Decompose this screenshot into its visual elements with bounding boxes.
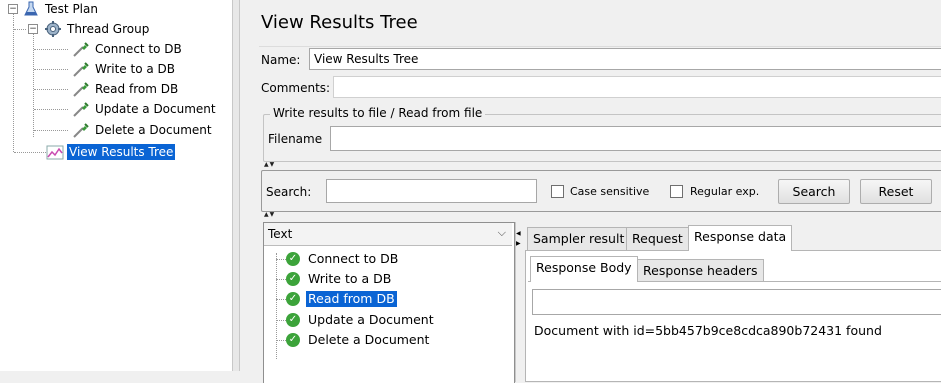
tree-node-write-to-a-db[interactable]: Write to a DB — [72, 60, 177, 78]
tree-node-test-plan[interactable]: Test Plan — [22, 0, 100, 18]
name-input[interactable]: View Results Tree — [309, 48, 941, 70]
results-guide-line — [276, 253, 277, 359]
test-plan-tree[interactable]: − − Test Plan Thread Group Connect to DB… — [0, 0, 232, 371]
tree-node-label: Write to a DB — [95, 62, 175, 76]
tree-node-label: View Results Tree — [67, 144, 176, 160]
tree-guide-line — [14, 152, 46, 153]
regular-exp-checkbox[interactable] — [670, 185, 683, 198]
split-toggle-icon[interactable]: ▲▼ — [264, 211, 275, 218]
success-check-icon: ✓ — [286, 333, 300, 347]
tree-node-thread-group[interactable]: Thread Group — [44, 20, 151, 38]
search-bar: Search: Case sensitive Regular exp. Sear… — [261, 170, 941, 212]
view-results-tree-panel: View Results Tree Name: View Results Tre… — [255, 0, 941, 383]
thread-group-gear-icon — [44, 21, 62, 37]
response-data-pane: Response Body Response headers Document … — [525, 250, 941, 382]
tree-guide-line — [34, 89, 68, 90]
tab-response-data[interactable]: Response data — [688, 225, 793, 251]
tree-node-delete-a-document[interactable]: Delete a Document — [72, 121, 214, 139]
result-item-label: Connect to DB — [308, 251, 399, 266]
filename-label: Filename — [268, 132, 323, 146]
page-title: View Results Tree — [261, 12, 418, 33]
tree-node-label: Thread Group — [67, 22, 150, 36]
comments-label: Comments: — [261, 81, 331, 95]
tree-node-read-from-db[interactable]: Read from DB — [72, 80, 180, 98]
sampler-pipette-icon — [72, 61, 90, 77]
file-section-legend: Write results to file / Read from file — [270, 106, 486, 120]
sampler-pipette-icon — [72, 41, 90, 57]
tab-request[interactable]: Request — [626, 227, 689, 251]
result-item-read-from-db[interactable]: ✓ Read from DB — [286, 290, 397, 308]
tree-node-update-a-document[interactable]: Update a Document — [72, 100, 218, 118]
result-item-label: Delete a Document — [308, 332, 430, 347]
search-button[interactable]: Search — [778, 179, 850, 204]
tree-node-label: Test Plan — [45, 2, 98, 16]
result-item-connect-to-db[interactable]: ✓ Connect to DB — [286, 250, 400, 268]
tree-node-label: Delete a Document — [95, 123, 212, 137]
sampler-pipette-icon — [72, 81, 90, 97]
collapse-thread-group-icon[interactable]: − — [28, 24, 38, 34]
renderer-selected-value: Text — [268, 227, 293, 241]
sampler-pipette-icon — [72, 101, 90, 117]
success-check-icon: ✓ — [286, 313, 300, 327]
tree-node-connect-to-db[interactable]: Connect to DB — [72, 40, 184, 58]
filename-input[interactable] — [330, 126, 941, 151]
tree-guide-line — [34, 69, 68, 70]
tree-guide-line — [34, 49, 68, 50]
result-item-delete-a-document[interactable]: ✓ Delete a Document — [286, 331, 431, 349]
result-item-write-to-a-db[interactable]: ✓ Write to a DB — [286, 270, 393, 288]
tree-node-view-results-tree[interactable]: View Results Tree — [46, 143, 176, 161]
case-sensitive-checkbox[interactable] — [551, 185, 564, 198]
tree-node-label: Connect to DB — [95, 42, 182, 56]
tree-node-label: Update a Document — [95, 102, 216, 116]
tab-sampler-result[interactable]: Sampler result — [527, 227, 631, 251]
result-item-label: Update a Document — [308, 312, 434, 327]
tab-response-body[interactable]: Response Body — [530, 256, 638, 282]
main-splitter[interactable] — [232, 0, 240, 371]
tree-guide-line — [14, 29, 26, 30]
listener-graph-icon — [46, 144, 64, 160]
tree-guide-line — [34, 130, 68, 131]
success-check-icon: ✓ — [286, 292, 300, 306]
search-label: Search: — [266, 185, 312, 199]
name-row: Name: View Results Tree — [259, 46, 941, 73]
name-label: Name: — [261, 53, 301, 67]
case-sensitive-label: Case sensitive — [570, 185, 650, 198]
results-splitter[interactable]: ◀ ▶ — [515, 222, 521, 382]
file-fieldset: Write results to file / Read from file F… — [263, 106, 941, 162]
tab-response-headers[interactable]: Response headers — [637, 259, 764, 282]
success-check-icon: ✓ — [286, 252, 300, 266]
renderer-select[interactable]: Text ⌵ — [264, 223, 512, 246]
result-item-label: Read from DB — [306, 291, 397, 307]
tree-guide-line — [13, 13, 14, 23]
chevron-down-icon: ⌵ — [497, 226, 506, 239]
tree-node-label: Read from DB — [95, 82, 179, 96]
reset-button[interactable]: Reset — [860, 179, 932, 204]
comments-row: Comments: — [259, 76, 941, 100]
success-check-icon: ✓ — [286, 272, 300, 286]
result-item-update-a-document[interactable]: ✓ Update a Document — [286, 311, 436, 329]
test-plan-flask-icon — [22, 1, 40, 17]
collapse-left-icon: ◀ — [516, 230, 521, 237]
tree-guide-line — [34, 109, 68, 110]
response-search-field[interactable] — [532, 289, 941, 315]
results-list[interactable]: Text ⌵ ✓ Connect to DB ✓ Write to a DB ✓… — [263, 222, 515, 383]
expand-right-icon: ▶ — [516, 240, 521, 247]
collapse-test-plan-icon[interactable]: − — [8, 4, 18, 14]
search-input[interactable] — [326, 179, 537, 203]
tree-guide-line — [13, 24, 14, 152]
regular-exp-label: Regular exp. — [690, 185, 760, 198]
result-item-label: Write to a DB — [308, 271, 392, 286]
comments-input[interactable] — [333, 76, 941, 98]
split-toggle-icon[interactable]: ▲▼ — [264, 161, 275, 168]
response-body-text: Document with id=5bb457b9ce8cdca890b7243… — [534, 323, 882, 338]
sampler-pipette-icon — [72, 122, 90, 138]
